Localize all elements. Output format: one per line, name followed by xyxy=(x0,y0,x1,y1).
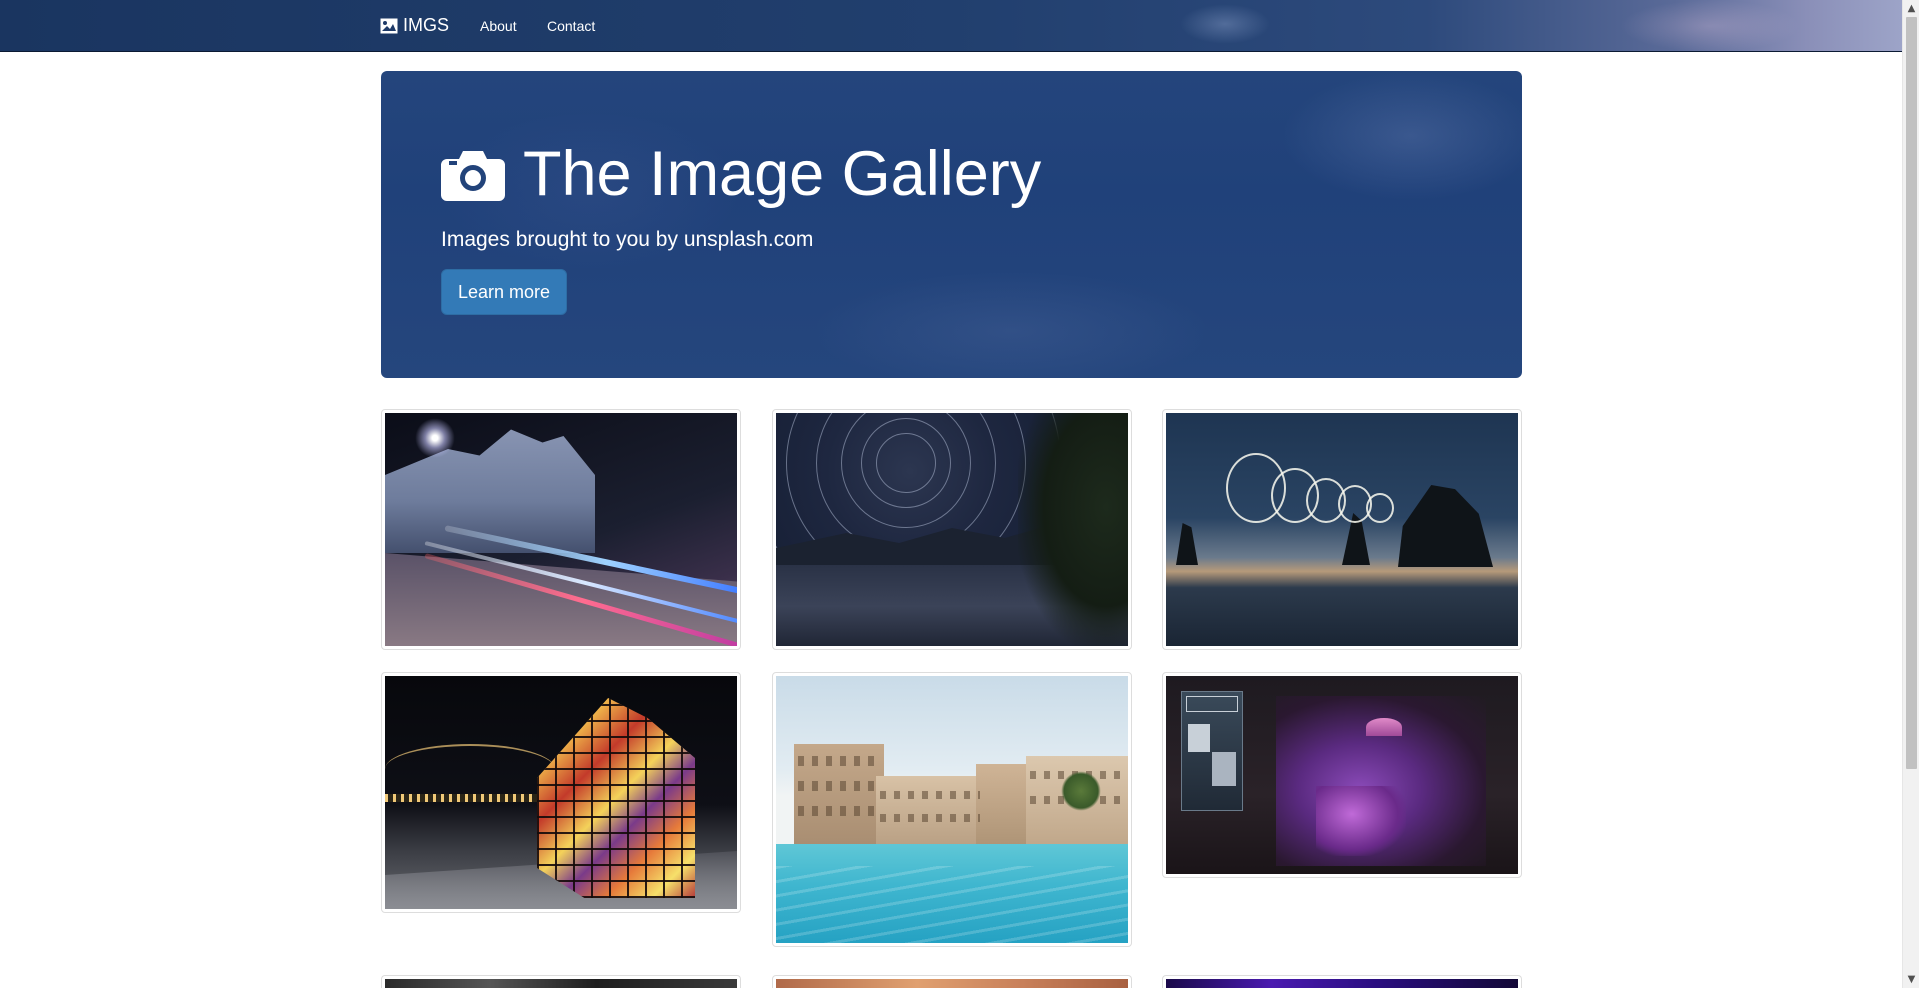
hero-title: The Image Gallery xyxy=(441,143,1041,206)
partial-image-8 xyxy=(776,979,1128,988)
resort-pool-image xyxy=(776,676,1128,943)
gallery-thumbnail[interactable] xyxy=(1162,409,1522,650)
navbar-background-glow xyxy=(1620,0,1800,52)
scrollbar-thumb[interactable] xyxy=(1906,17,1917,769)
gallery-thumbnail[interactable] xyxy=(772,409,1132,650)
city-light-trails-image xyxy=(385,413,737,646)
nav-about-link[interactable]: About xyxy=(480,18,517,34)
stained-glass-house-image xyxy=(385,676,737,909)
star-trails-image xyxy=(776,413,1128,646)
navbar: IMGS About Contact xyxy=(0,0,1902,52)
partial-image-9 xyxy=(1166,979,1518,988)
learn-more-button[interactable]: Learn more xyxy=(441,269,567,315)
hero-background-glow xyxy=(811,271,1211,378)
camera-icon xyxy=(441,150,505,201)
scroll-up-icon[interactable]: ▲ xyxy=(1903,0,1919,17)
gallery-thumbnail[interactable] xyxy=(381,409,741,650)
gallery-thumbnail[interactable] xyxy=(772,672,1132,947)
navbar-background-glow xyxy=(1180,4,1270,44)
hero-subtitle: Images brought to you by unsplash.com xyxy=(441,228,814,251)
gallery-thumbnail[interactable] xyxy=(381,975,741,988)
partial-image-7 xyxy=(385,979,737,988)
hero-background-glow xyxy=(1281,71,1522,201)
brand-link[interactable]: IMGS xyxy=(380,15,449,36)
picture-icon xyxy=(380,18,398,33)
gallery-thumbnail[interactable] xyxy=(1162,975,1522,988)
page-scrollbar[interactable]: ▲ ▼ xyxy=(1902,0,1919,988)
scroll-down-icon[interactable]: ▼ xyxy=(1903,971,1919,988)
cafe-window-image xyxy=(1166,676,1518,874)
gallery-thumbnail[interactable] xyxy=(772,975,1132,988)
hero-title-text: The Image Gallery xyxy=(523,139,1042,209)
nav-contact-link[interactable]: Contact xyxy=(547,18,595,34)
gallery-thumbnail[interactable] xyxy=(381,672,741,913)
light-painting-seascape-image xyxy=(1166,413,1518,646)
brand-label: IMGS xyxy=(403,15,450,35)
gallery-thumbnail[interactable] xyxy=(1162,672,1522,878)
hero-jumbotron: The Image Gallery Images brought to you … xyxy=(381,71,1522,378)
